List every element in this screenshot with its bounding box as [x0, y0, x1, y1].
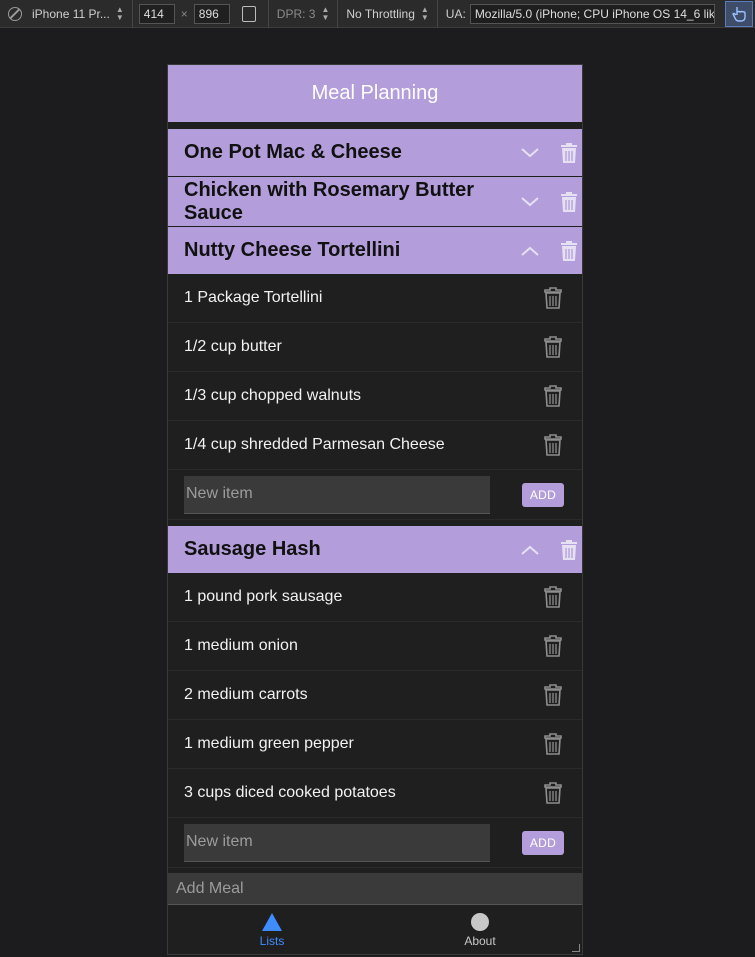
add-item-button[interactable]: ADD: [522, 830, 564, 855]
list-item: 1/3 cup chopped walnuts: [168, 372, 582, 421]
devtools-toolbar: iPhone 11 Pr... ▲▼ × DPR: 3 ▲▼ No Thrott…: [0, 0, 755, 28]
trash-icon[interactable]: [542, 634, 564, 658]
device-select[interactable]: iPhone 11 Pr... ▲ ▼: [28, 4, 128, 22]
width-input[interactable]: [138, 3, 175, 24]
ua-label: UA:: [445, 6, 466, 21]
list-item: 3 cups diced cooked potatoes: [168, 769, 582, 818]
list-item: 1 Package Tortellini: [168, 274, 582, 323]
throttle-label: No Throttling: [346, 6, 415, 21]
item-label: 1 Package Tortellini: [184, 289, 323, 306]
rotate-icon[interactable]: [241, 5, 256, 22]
list-item: 1/2 cup butter: [168, 323, 582, 372]
device-viewport: Meal Planning One Pot Mac & Cheese Chick…: [167, 64, 583, 955]
list-item: 2 medium carrots: [168, 671, 582, 720]
device-name: iPhone 11 Pr...: [32, 6, 110, 21]
page-title: Meal Planning: [311, 82, 439, 104]
chevron-up-icon[interactable]: [518, 239, 542, 263]
list-item: 1 medium onion: [168, 622, 582, 671]
new-item-input[interactable]: [184, 475, 490, 514]
circle-icon: [471, 913, 489, 931]
item-label: 1/3 cup chopped walnuts: [184, 387, 362, 404]
times-sign: ×: [180, 6, 188, 21]
chevron-down-icon[interactable]: [518, 190, 542, 214]
chevron-up-icon[interactable]: [518, 538, 542, 562]
trash-icon[interactable]: [542, 683, 564, 707]
dpr-select[interactable]: DPR: 3 ▲ ▼: [273, 4, 334, 22]
tab-lists[interactable]: Lists: [168, 905, 376, 954]
meal-header[interactable]: Nutty Cheese Tortellini: [168, 226, 582, 274]
item-label: 3 cups diced cooked potatoes: [184, 784, 396, 801]
meal-header[interactable]: Sausage Hash: [168, 520, 582, 573]
meal-title: One Pot Mac & Cheese: [184, 141, 402, 163]
list-item: 1 medium green pepper: [168, 720, 582, 769]
item-label: 2 medium carrots: [184, 686, 308, 703]
block-icon[interactable]: [8, 6, 22, 21]
meal-title: Nutty Cheese Tortellini: [184, 239, 401, 261]
new-item-row: ADD: [168, 818, 582, 868]
trash-icon[interactable]: [558, 538, 580, 562]
touch-hand-icon[interactable]: [725, 0, 753, 27]
tab-about[interactable]: About: [376, 905, 582, 954]
updown-icon: ▲ ▼: [321, 4, 330, 22]
tab-label: Lists: [259, 934, 285, 948]
updown-icon: ▲ ▼: [420, 4, 429, 22]
app-header: Meal Planning: [168, 65, 582, 128]
trash-icon[interactable]: [558, 190, 580, 214]
meal-title: Chicken with Rosemary Butter Sauce: [184, 178, 475, 224]
trash-icon[interactable]: [542, 384, 564, 408]
new-item-input[interactable]: [184, 823, 490, 862]
item-label: 1/4 cup shredded Parmesan Cheese: [184, 436, 445, 453]
meal-title: Sausage Hash: [184, 538, 321, 560]
throttle-select[interactable]: No Throttling ▲ ▼: [342, 4, 432, 22]
chevron-down-icon[interactable]: [518, 141, 542, 165]
bottom-tab-bar: Lists About: [168, 905, 582, 954]
updown-icon: ▲ ▼: [115, 4, 124, 22]
resize-handle[interactable]: [572, 944, 580, 952]
trash-icon[interactable]: [558, 239, 580, 263]
ua-input[interactable]: Mozilla/5.0 (iPhone; CPU iPhone OS 14_6 …: [469, 3, 715, 24]
item-label: 1/2 cup butter: [184, 338, 282, 355]
ingredient-list: 1 Package Tortellini 1/2 cup butter 1/3 …: [168, 274, 582, 520]
meal-header[interactable]: Chicken with Rosemary Butter Sauce: [168, 176, 582, 226]
item-label: 1 medium green pepper: [184, 735, 354, 752]
trash-icon[interactable]: [542, 585, 564, 609]
list-item: 1 pound pork sausage: [168, 573, 582, 622]
add-meal-input[interactable]: Add Meal: [168, 873, 582, 905]
trash-icon[interactable]: [542, 286, 564, 310]
trash-icon[interactable]: [558, 141, 580, 165]
triangle-icon: [262, 913, 282, 931]
height-input[interactable]: [193, 3, 230, 24]
item-label: 1 pound pork sausage: [184, 588, 343, 605]
ingredient-list: 1 pound pork sausage 1 medium onion 2 me…: [168, 573, 582, 868]
trash-icon[interactable]: [542, 781, 564, 805]
trash-icon[interactable]: [542, 335, 564, 359]
new-item-row: ADD: [168, 470, 582, 520]
tab-label: About: [464, 934, 496, 948]
item-label: 1 medium onion: [184, 637, 298, 654]
dpr-label: DPR: 3: [276, 6, 316, 21]
trash-icon[interactable]: [542, 433, 564, 457]
add-item-button[interactable]: ADD: [522, 482, 564, 507]
trash-icon[interactable]: [542, 732, 564, 756]
list-item: 1/4 cup shredded Parmesan Cheese: [168, 421, 582, 470]
meal-header[interactable]: One Pot Mac & Cheese: [168, 128, 582, 176]
